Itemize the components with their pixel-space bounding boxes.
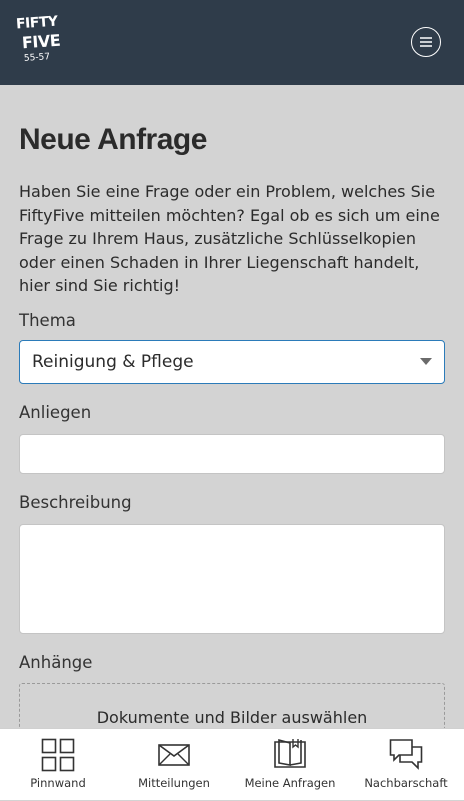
chevron-down-icon [420, 358, 432, 365]
anliegen-label: Anliegen [19, 403, 92, 422]
envelope-icon [158, 744, 190, 766]
grid-icon [41, 738, 75, 772]
tab-label: Nachbarschaft [364, 776, 448, 790]
beschreibung-label: Beschreibung [19, 493, 132, 512]
menu-button[interactable] [411, 27, 441, 57]
thema-select[interactable]: Reinigung & Pflege [19, 340, 445, 384]
logo-line-1: FIFTY [15, 13, 59, 33]
tab-meine-anfragen[interactable]: Meine Anfragen [232, 729, 348, 801]
book-icon [274, 738, 306, 768]
thema-selected-value: Reinigung & Pflege [32, 352, 194, 372]
tab-nachbarschaft[interactable]: Nachbarschaft [348, 729, 464, 801]
tab-label: Pinnwand [30, 776, 86, 790]
tab-label: Meine Anfragen [244, 776, 336, 790]
chat-bubbles-icon [389, 739, 423, 770]
thema-label: Thema [19, 311, 76, 330]
anhaenge-label: Anhänge [19, 653, 93, 672]
bottom-tab-bar: Pinnwand Mitteilungen Meine Anfragen Nac… [0, 728, 464, 800]
intro-text: Haben Sie eine Frage oder ein Problem, w… [19, 182, 440, 296]
hamburger-icon [420, 37, 432, 47]
anliegen-input[interactable] [19, 434, 445, 474]
logo-line-2: FIVE [21, 30, 61, 53]
page-title: Neue Anfrage [19, 123, 207, 156]
tab-pinnwand[interactable]: Pinnwand [0, 729, 116, 801]
app-header: FIFTY FIVE 55-57 [0, 0, 464, 85]
tab-label: Mitteilungen [138, 776, 210, 790]
logo-line-3: 55-57 [23, 52, 51, 64]
beschreibung-textarea[interactable] [19, 524, 445, 634]
tab-mitteilungen[interactable]: Mitteilungen [116, 729, 232, 801]
fiftyfive-logo[interactable]: FIFTY FIVE 55-57 [15, 13, 62, 70]
